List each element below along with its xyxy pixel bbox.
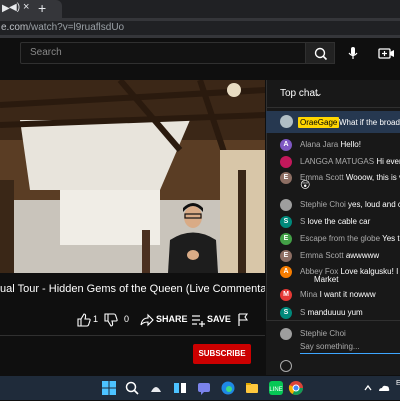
- emoji-message: 😲: [300, 180, 311, 191]
- chat-message[interactable]: EEmma Scott Wooow, this is very: [266, 170, 400, 188]
- chat-author[interactable]: Alana Jara: [300, 140, 338, 149]
- chat-text: Hello!: [340, 140, 361, 149]
- chat-text: Market: [314, 275, 339, 284]
- tab-audio-icon[interactable]: ◀): [9, 2, 20, 13]
- chat-mode-selector[interactable]: Top chat: [280, 88, 318, 99]
- new-tab-button[interactable]: +: [38, 0, 46, 16]
- share-button[interactable]: SHARE: [140, 312, 188, 328]
- microphone-icon: [348, 47, 358, 59]
- video-camera-add-icon: [378, 48, 394, 59]
- avatar: [280, 115, 293, 128]
- like-button[interactable]: [76, 312, 102, 328]
- avatar: [280, 199, 292, 211]
- input-username: Stephie Choi: [300, 329, 346, 338]
- avatar: M: [280, 289, 292, 301]
- search-button[interactable]: [305, 42, 335, 64]
- url-text[interactable]: e.com/watch?v=l9ruaflsdUo: [1, 22, 124, 33]
- avatar: E: [280, 172, 292, 184]
- create-button[interactable]: [376, 44, 396, 62]
- save-label: SAVE: [207, 314, 231, 324]
- chat-text: Yes the p: [382, 234, 400, 243]
- widgets-icon[interactable]: [148, 380, 164, 396]
- url-host: e.com: [1, 22, 29, 33]
- thumbs-down-icon: [104, 313, 118, 327]
- share-icon: [140, 313, 154, 327]
- chat-author[interactable]: Mina: [300, 290, 317, 299]
- chat-text: Hi everyone: [376, 157, 400, 166]
- tab-close-icon[interactable]: ×: [23, 1, 29, 13]
- thumbs-up-icon: [77, 313, 91, 327]
- pinned-message: What if the broadcast: [339, 118, 400, 127]
- chat-text: I want it nowww: [319, 290, 376, 299]
- chat-message[interactable]: Stephie Choi yes, loud and clear: [266, 197, 400, 215]
- subscribe-button[interactable]: SUBSCRIBE: [193, 344, 251, 364]
- report-button[interactable]: [236, 312, 250, 328]
- explorer-icon[interactable]: [244, 380, 260, 396]
- video-player[interactable]: [0, 80, 265, 273]
- chrome-icon[interactable]: [288, 380, 304, 396]
- avatar: [280, 156, 292, 168]
- chat-text: awwwww: [345, 251, 380, 260]
- pinned-author: OraeGage: [298, 117, 340, 128]
- tray-chevron-icon[interactable]: [360, 380, 376, 396]
- chat-text: love the cable car: [307, 217, 371, 226]
- share-label: SHARE: [156, 314, 188, 324]
- chat-author[interactable]: Escape from the globe: [300, 234, 380, 243]
- chat-message-input[interactable]: Say something...: [300, 342, 400, 354]
- playlist-add-icon: [192, 315, 205, 327]
- avatar: A: [280, 139, 292, 151]
- chat-message[interactable]: SS love the cable car: [266, 214, 400, 232]
- chat-text: yes, loud and clear: [348, 200, 400, 209]
- avatar: S: [280, 216, 292, 228]
- search-icon[interactable]: [124, 380, 140, 396]
- search-input[interactable]: [20, 42, 306, 64]
- divider: [0, 335, 265, 336]
- flag-icon: [238, 313, 249, 326]
- dislike-count: 0: [124, 314, 130, 324]
- windows-start-icon[interactable]: [101, 380, 117, 396]
- url-path: /watch?v=l9ruaflsdUo: [28, 22, 125, 33]
- avatar: E: [280, 233, 292, 245]
- avatar: E: [280, 250, 292, 262]
- search-icon: [314, 47, 328, 61]
- save-button[interactable]: SAVE: [191, 312, 233, 328]
- avatar: S: [280, 307, 292, 319]
- voice-search-button[interactable]: [342, 42, 364, 64]
- video-frame-image: [0, 80, 265, 273]
- chat-text: Wooow, this is very: [345, 173, 400, 182]
- search-placeholder: Search: [30, 47, 62, 58]
- chat-text: manduuuu yum: [307, 308, 363, 317]
- chevron-down-icon[interactable]: ⌄: [315, 88, 323, 99]
- avatar: [280, 328, 292, 340]
- chat-author[interactable]: Stephie Choi: [300, 200, 346, 209]
- onedrive-icon[interactable]: [376, 380, 392, 396]
- svg-text:LINE: LINE: [269, 387, 282, 393]
- edge-icon[interactable]: [220, 380, 236, 396]
- chat-author[interactable]: Emma Scott: [300, 251, 344, 260]
- chat-message[interactable]: A Alana Jara Hello!: [266, 137, 400, 155]
- chat-message[interactable]: M Mina I want it nowww: [266, 287, 400, 305]
- tray-language[interactable]: E: [396, 380, 400, 387]
- chat-author[interactable]: LANGGA MATUGAS: [300, 157, 374, 166]
- line-icon[interactable]: LINE: [268, 380, 284, 396]
- like-count: 1: [93, 314, 99, 324]
- emoji-picker-icon[interactable]: [280, 360, 292, 372]
- chat-icon[interactable]: [196, 380, 212, 396]
- video-title: tual Tour - Hidden Gems of the Queen (Li…: [0, 283, 265, 295]
- task-view-icon[interactable]: [172, 380, 188, 396]
- chat-message[interactable]: E Escape from the globe Yes the p: [266, 231, 400, 249]
